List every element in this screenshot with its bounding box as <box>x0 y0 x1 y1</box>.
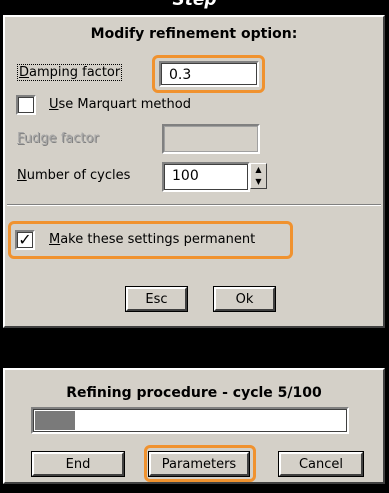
ok-button[interactable]: Ok <box>213 286 276 312</box>
spin-up-icon[interactable]: ▲ <box>251 164 266 176</box>
divider <box>7 204 381 206</box>
permanent-label: Make these settings permanent <box>49 232 256 247</box>
marquart-checkbox[interactable] <box>16 95 36 115</box>
progress-bar <box>31 407 349 434</box>
fudge-factor-label: Fudge factor <box>17 131 99 146</box>
step-title: Step <box>0 0 389 9</box>
end-button[interactable]: End <box>31 451 125 477</box>
fudge-factor-input <box>162 124 260 154</box>
cancel-button[interactable]: Cancel <box>278 451 364 477</box>
dialog-title: Refining procedure - cycle 5/100 <box>66 385 322 401</box>
dialog-title: Modify refinement option: <box>90 26 298 42</box>
spin-down-icon[interactable]: ▼ <box>251 176 266 188</box>
number-of-cycles-input[interactable]: 100 <box>162 162 250 192</box>
cycles-spinner[interactable]: ▲ ▼ <box>250 163 267 189</box>
marquart-label: Use Marquart method <box>49 97 191 112</box>
refining-procedure-dialog: Refining procedure - cycle 5/100 End Par… <box>3 368 385 484</box>
parameters-button[interactable]: Parameters <box>148 451 250 477</box>
esc-button[interactable]: Esc <box>125 286 188 312</box>
progress-fill <box>35 411 75 430</box>
damping-factor-label: Damping factor <box>17 64 123 81</box>
damping-factor-input[interactable]: 0.3 <box>159 61 259 87</box>
permanent-checkbox[interactable]: ✓ <box>15 230 35 250</box>
modify-refinement-dialog: Modify refinement option: Damping factor… <box>3 15 385 328</box>
number-of-cycles-label: Number of cycles <box>17 168 131 183</box>
